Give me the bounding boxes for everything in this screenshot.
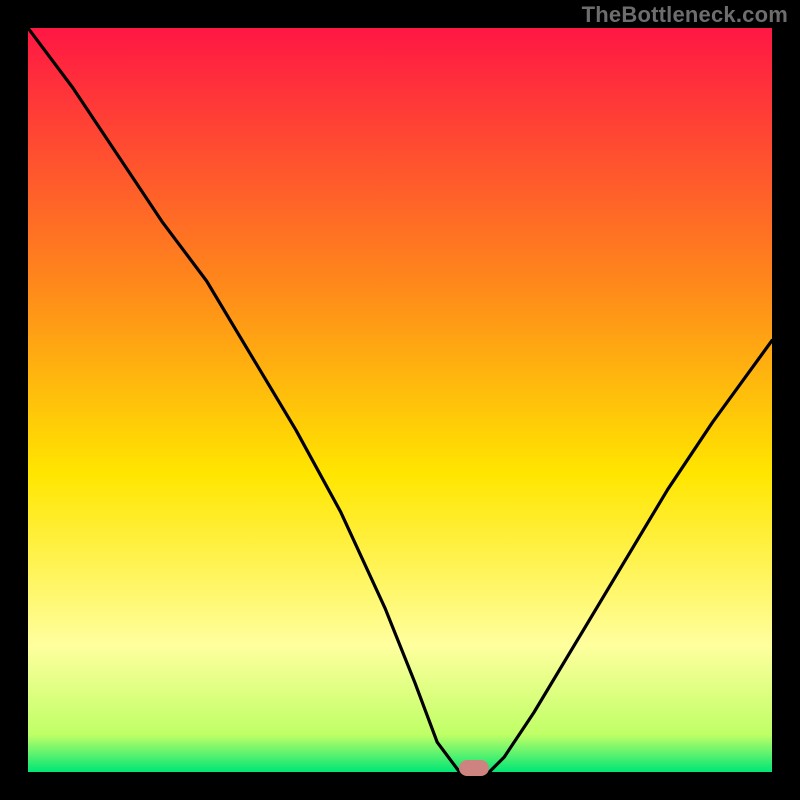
chart-frame: TheBottleneck.com [0,0,800,800]
bottleneck-plot [28,28,772,772]
watermark-label: TheBottleneck.com [582,2,788,28]
gradient-background [28,28,772,772]
optimum-marker [459,760,489,776]
